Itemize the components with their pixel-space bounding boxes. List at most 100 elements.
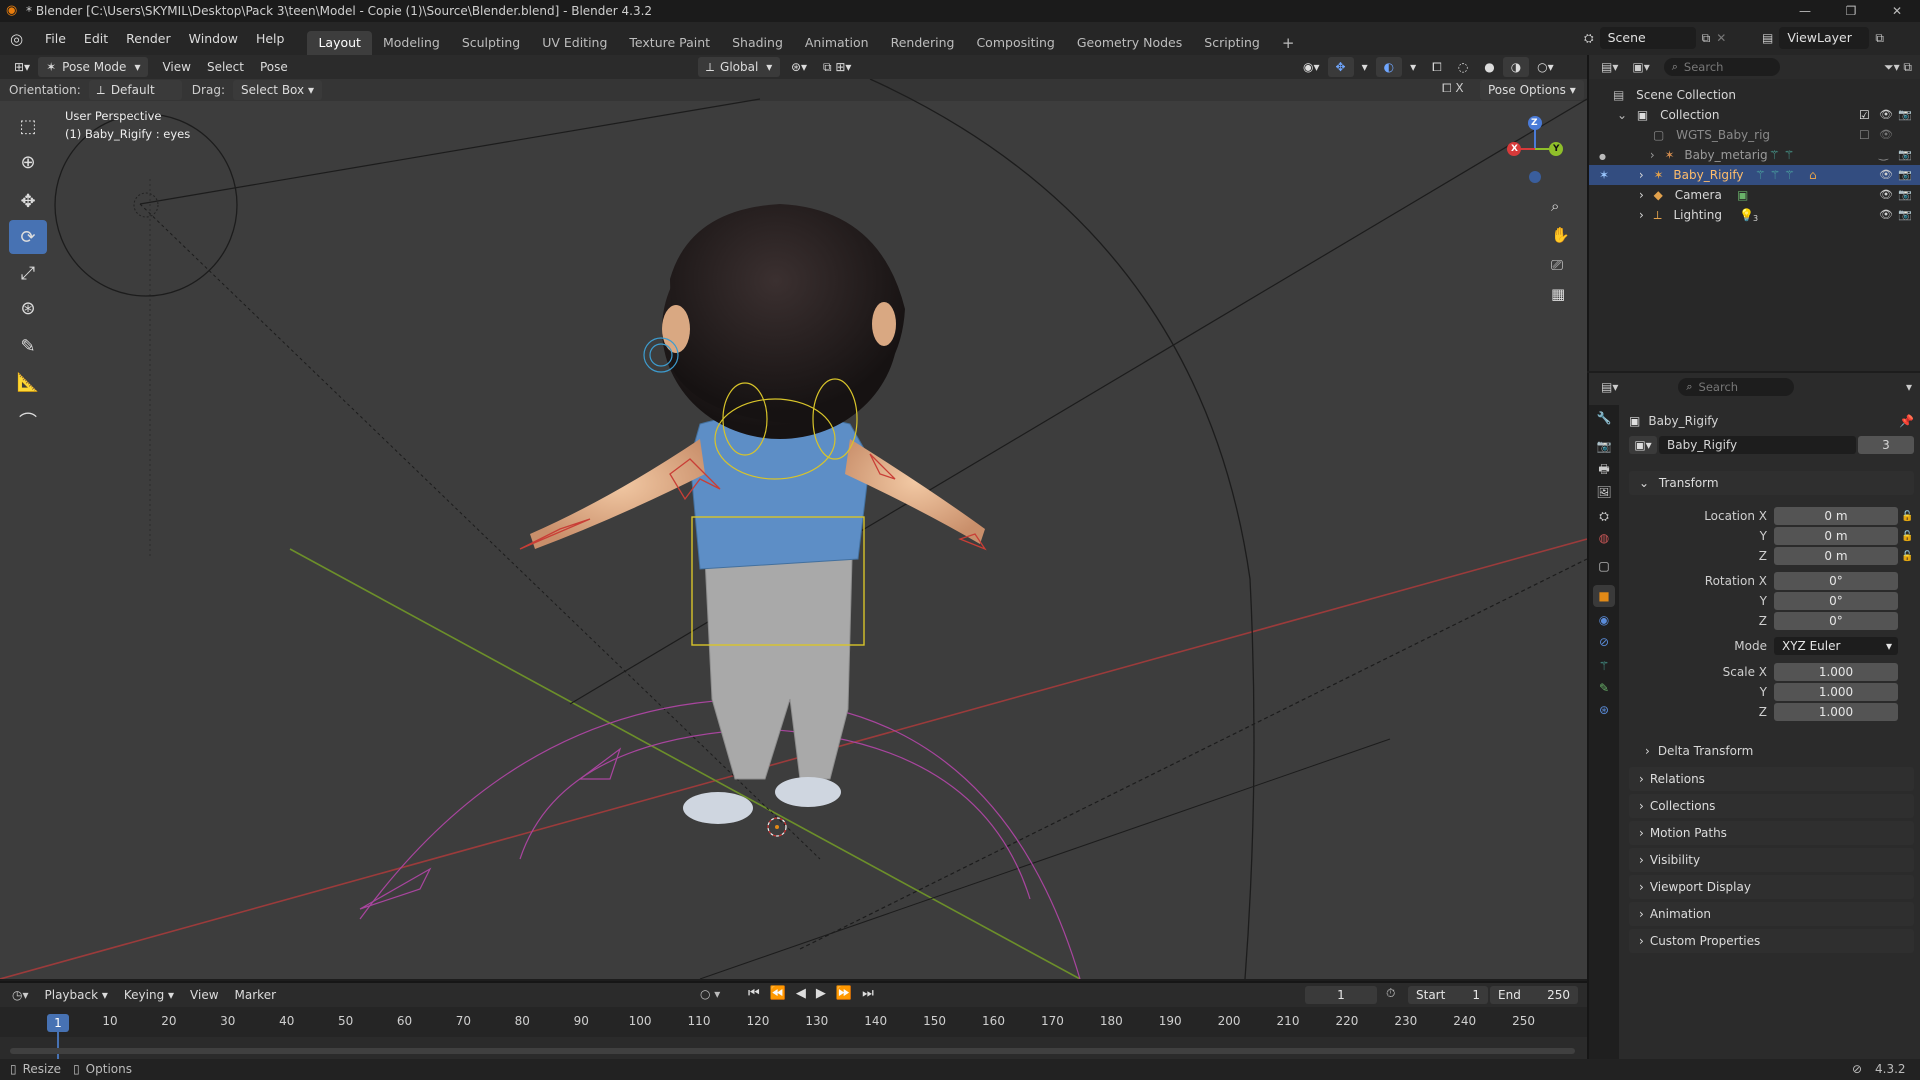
add-workspace-button[interactable]: + [1271,31,1306,55]
eye-icon[interactable]: 👁 [1879,185,1893,205]
camera-view-icon[interactable]: ⎚ [1551,256,1563,274]
play-icon[interactable]: ▶ [816,986,826,1001]
location-y-field[interactable]: 0 m [1774,527,1898,545]
lock-icon[interactable]: 🔓 [1901,507,1913,527]
timeline-view-menu[interactable]: View [182,985,226,1005]
outliner-item-camera[interactable]: › ◆ Camera ▣ 👁 📷 [1589,185,1920,205]
gizmo-toggle-icon[interactable]: ✥ [1327,57,1354,77]
physics-tab-icon[interactable]: ◉ [1593,609,1615,631]
playhead-indicator[interactable]: 1 [47,1014,69,1032]
chevron-right-icon[interactable]: › [1639,208,1644,222]
prev-keyframe-icon[interactable]: ⏪ [770,986,786,1001]
display-mode-icon[interactable]: ▣▾ [1632,60,1649,74]
motion-paths-panel-header[interactable]: › Motion Paths [1629,821,1914,845]
3d-viewport[interactable]: Orientation: ⟂ Default Drag: Select Box … [0,79,1587,979]
zoom-icon[interactable]: ⌕ [1551,197,1559,215]
jump-start-icon[interactable]: ⏮ [748,986,760,1001]
outliner-item-lighting[interactable]: › ⟂ Lighting 💡 3 👁 📷 [1589,205,1920,225]
xray-icon[interactable]: ⧠ [1424,57,1450,77]
rendered-shading-icon[interactable]: ○▾ [1529,57,1562,77]
transform-orientation-dropdown[interactable]: ⟂ Global ▾ [698,57,781,77]
measure-tool[interactable]: 📐 [9,365,47,399]
tab-rendering[interactable]: Rendering [880,31,966,55]
chevron-right-icon[interactable]: › [1650,148,1655,162]
scale-y-field[interactable]: 1.000 [1774,683,1898,701]
current-frame-field[interactable]: 1 [1305,986,1377,1004]
view-layer-tab-icon[interactable]: 🖼 [1593,481,1615,503]
tab-modeling[interactable]: Modeling [372,31,451,55]
outliner-item-baby-rigify[interactable]: ✶ › ✶ Baby_Rigify ⚚ ⚚ ⚚ ⌂ 👁 📷 [1589,165,1920,185]
wireframe-shading-icon[interactable]: ◌ [1450,57,1476,77]
camera-render-icon[interactable]: 📷 [1898,145,1912,165]
constraints-tab-icon[interactable]: ⊘ [1593,631,1615,653]
eye-icon[interactable]: 👁 [1879,105,1893,125]
camera-render-icon[interactable]: 📷 [1898,105,1912,125]
lock-icon[interactable]: 🔓 [1901,527,1913,547]
tab-animation[interactable]: Animation [794,31,880,55]
solid-shading-icon[interactable]: ● [1476,57,1502,77]
menu-edit[interactable]: Edit [75,22,117,55]
chevron-down-icon[interactable]: ▾ [1906,380,1912,394]
snap-icon[interactable]: ⧉ ⊞▾ [815,57,859,77]
close-button[interactable]: ✕ [1874,0,1920,22]
playback-menu[interactable]: Playback ▾ [37,985,116,1005]
collections-panel-header[interactable]: › Collections [1629,794,1914,818]
transform-tool[interactable]: ⊛ [9,291,47,325]
overlay-toggle-icon[interactable]: ◐ [1375,57,1403,77]
rotation-mode-dropdown[interactable]: XYZ Euler ▾ [1774,637,1898,655]
end-frame-field[interactable]: End 250 [1490,986,1578,1004]
blender-menu-icon[interactable]: ◎ [10,30,36,48]
rotation-z-field[interactable]: 0° [1774,612,1898,630]
bone-size-tool[interactable]: ⌒ [9,404,47,438]
lock-icon[interactable]: 🔓 [1901,547,1913,567]
tab-layout[interactable]: Layout [307,31,372,55]
tab-texture-paint[interactable]: Texture Paint [618,31,721,55]
delta-transform-subpanel[interactable]: › Delta Transform [1645,741,1753,761]
perspective-toggle-icon[interactable]: ▦ [1551,285,1565,303]
pin-icon[interactable]: 📌 [1899,414,1914,428]
material-shading-icon[interactable]: ◑ [1502,57,1530,77]
cursor-tool[interactable]: ⊕ [9,145,47,179]
tab-shading[interactable]: Shading [721,31,794,55]
stopwatch-icon[interactable]: ⏱ [1386,986,1395,1001]
collection-tab-icon[interactable]: ▢ [1593,555,1615,577]
outliner-item-metarig[interactable]: ● › ✶ Baby_metarig ⚚ ⚚ ‿ 📷 [1589,145,1920,165]
viewlayer-field[interactable]: ViewLayer [1779,27,1870,49]
camera-render-icon[interactable]: 📷 [1898,165,1912,185]
relations-panel-header[interactable]: › Relations [1629,767,1914,791]
timeline-scrollbar[interactable] [10,1048,1575,1054]
tool-tab-icon[interactable]: 🔧 [1593,407,1615,429]
delete-scene-icon[interactable]: ✕ [1716,31,1726,45]
bone-constraints-tab-icon[interactable]: ⊛ [1593,699,1615,721]
mode-dropdown[interactable]: ✶ Pose Mode ▾ [38,57,149,77]
chevron-down-icon[interactable]: ▾ [1354,57,1376,77]
menu-file[interactable]: File [36,22,75,55]
menu-pose[interactable]: Pose [252,57,296,77]
outliner-scene-collection[interactable]: ▤ Scene Collection [1589,85,1920,105]
menu-window[interactable]: Window [180,22,247,55]
tab-scripting[interactable]: Scripting [1193,31,1271,55]
user-count-field[interactable]: 3 [1858,436,1914,454]
outliner-search-input[interactable]: ⌕ Search [1663,58,1780,76]
menu-select[interactable]: Select [199,57,252,77]
visibility-panel-header[interactable]: › Visibility [1629,848,1914,872]
minimize-button[interactable]: — [1782,0,1828,22]
eye-icon[interactable]: 👁 [1879,125,1893,145]
editor-type-icon[interactable]: ▤▾ [1601,380,1618,394]
outliner-collection[interactable]: ⌄ ▣ Collection ☑ 👁 📷 [1589,105,1920,125]
viewport-display-panel-header[interactable]: › Viewport Display [1629,875,1914,899]
editor-type-icon[interactable]: ▤▾ [1601,60,1618,74]
tab-geometry-nodes[interactable]: Geometry Nodes [1066,31,1193,55]
armature-data-tab-icon[interactable]: ⚚ [1593,655,1615,677]
auto-keying-icon[interactable]: ○ ▾ [700,987,720,1001]
new-viewlayer-icon[interactable]: ⧉ [1875,31,1884,46]
chevron-down-icon[interactable]: ▾ [1402,57,1424,77]
output-tab-icon[interactable]: 🖶 [1593,459,1615,481]
maximize-button[interactable]: ❐ [1828,0,1874,22]
location-x-field[interactable]: 0 m [1774,507,1898,525]
location-z-field[interactable]: 0 m [1774,547,1898,565]
custom-properties-panel-header[interactable]: › Custom Properties [1629,929,1914,953]
camera-render-icon[interactable]: 📷 [1898,185,1912,205]
pan-hand-icon[interactable]: ✋ [1551,226,1570,244]
filter-icon[interactable]: ⏷▾ ⧉ [1884,60,1912,75]
